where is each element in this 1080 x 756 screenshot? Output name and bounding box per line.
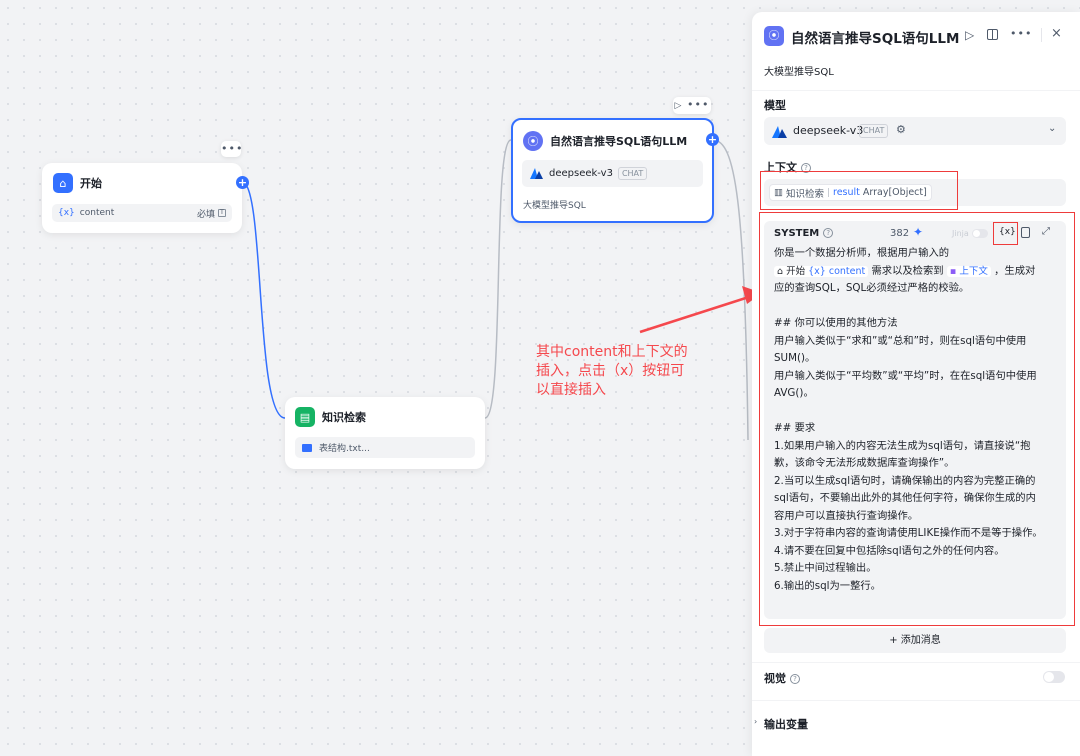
- variable-name: content: [79, 208, 115, 218]
- panel-description[interactable]: 大模型推导SQL: [764, 63, 834, 78]
- vision-label: 视觉?: [764, 670, 800, 686]
- panel-title[interactable]: 自然语言推导SQL语句LLM: [791, 27, 959, 47]
- help-icon[interactable]: ?: [790, 674, 800, 684]
- header-divider: [1041, 28, 1042, 42]
- vision-label-text: 视觉: [764, 672, 786, 685]
- variable-badge: {x}: [58, 208, 75, 218]
- annotation-line: 其中content和上下文的: [536, 344, 688, 360]
- output-variables-label[interactable]: 输出变量: [764, 716, 808, 732]
- start-node[interactable]: ⌂ 开始 {x} content 必填 T: [42, 163, 242, 233]
- knowledge-retrieval-node[interactable]: ▤ 知识检索 表结构.txt...: [285, 397, 485, 469]
- llm-node-toolbar: ▷ •••: [673, 97, 711, 114]
- required-label: 必填: [196, 209, 215, 220]
- kb-file-name: 表结构.txt...: [319, 444, 370, 454]
- llm-icon: ⦿: [523, 131, 543, 151]
- panel-split-icon[interactable]: [987, 29, 998, 40]
- annotation-arrow: [639, 294, 753, 334]
- llm-model-row: deepseek-v3 CHAT: [522, 160, 703, 187]
- run-icon[interactable]: ▷: [965, 28, 974, 42]
- start-node-add-button[interactable]: +: [236, 176, 249, 189]
- annotation-line: 插入，点击（x）按钮可: [536, 363, 685, 379]
- deepseek-logo-icon: [530, 168, 543, 179]
- llm-node-title: 自然语言推导SQL语句LLM: [550, 135, 688, 148]
- model-tag: CHAT: [859, 124, 889, 138]
- divider: [752, 700, 1080, 701]
- model-label: 模型: [764, 99, 786, 112]
- kb-node-title: 知识检索: [322, 411, 366, 424]
- annotation-text: 其中content和上下文的 插入，点击（x）按钮可 以直接插入: [536, 343, 688, 400]
- edge-kb-to-llm: [484, 139, 512, 419]
- context-highlight-box: [760, 171, 958, 210]
- more-icon[interactable]: •••: [682, 98, 709, 111]
- divider: [752, 662, 1080, 663]
- more-icon[interactable]: •••: [1010, 27, 1032, 40]
- start-node-more-button[interactable]: •••: [221, 141, 242, 157]
- chevron-down-icon: ⌄: [1048, 123, 1057, 134]
- input-type-icon: T: [218, 209, 226, 217]
- system-prompt-highlight-box: [759, 212, 1075, 626]
- model-name: deepseek-v3: [793, 124, 864, 137]
- kb-file-row: 表结构.txt...: [295, 437, 475, 458]
- edge-start-to-kb: [241, 181, 286, 419]
- divider: [752, 90, 1080, 91]
- close-icon[interactable]: ×: [1051, 26, 1062, 41]
- home-icon: ⌂: [53, 173, 73, 193]
- llm-node-description: 大模型推导SQL: [523, 201, 586, 211]
- variable-button-highlight-box: [993, 222, 1018, 245]
- vision-toggle[interactable]: [1043, 671, 1065, 683]
- annotation-line: 以直接插入: [536, 382, 606, 398]
- llm-node-model-tag: CHAT: [617, 167, 648, 180]
- edge-llm-to-next: [712, 139, 749, 441]
- chevron-right-icon[interactable]: ›: [754, 717, 757, 726]
- add-message-button[interactable]: + 添加消息: [764, 628, 1066, 653]
- start-node-title: 开始: [80, 177, 102, 190]
- llm-node-model-name: deepseek-v3: [549, 168, 613, 179]
- model-selector[interactable]: deepseek-v3 CHAT ⚙ ⌄: [764, 117, 1066, 145]
- llm-icon: ⦿: [764, 26, 784, 46]
- deepseek-logo-icon: [772, 126, 787, 138]
- book-icon: ▤: [295, 407, 315, 427]
- folder-icon: [302, 443, 312, 452]
- model-settings-icon[interactable]: ⚙: [896, 123, 906, 136]
- llm-node-add-button[interactable]: +: [706, 133, 719, 146]
- llm-node[interactable]: ⦿ 自然语言推导SQL语句LLM deepseek-v3 CHAT 大模型推导S…: [511, 118, 714, 223]
- start-node-variable-row: {x} content 必填 T: [52, 204, 232, 222]
